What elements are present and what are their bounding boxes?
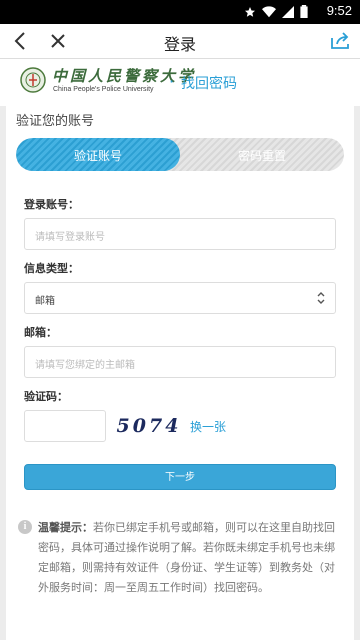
email-placeholder: 请填写您绑定的主邮箱 [35,360,135,371]
battery-icon [300,5,308,18]
star-icon [245,6,255,17]
page-title: 登录 [163,35,196,54]
step-reset-password: 密码重置 [237,149,286,163]
email-label: 邮箱： [24,326,57,339]
info-type-value: 邮箱 [35,296,55,307]
step-verify-account: 验证账号 [73,149,122,163]
tip-text-block: 温馨提示：若你已绑定手机号或邮箱，则可以在这里自助找回密码，具体可通过操作说明了… [38,518,344,598]
select-arrows-icon [317,292,325,304]
captcha-label: 验证码： [24,390,68,403]
account-placeholder: 请填写登录账号 [35,232,105,243]
tip-title: 温馨提示： [38,521,93,534]
top-nav-bar: 登录 [0,24,360,58]
captcha-image-text: 5074 [116,415,182,437]
info-type-label: 信息类型： [24,262,79,275]
account-label: 登录账号： [24,198,79,211]
logo-header: 中国人民警察大学 China People's Police Universit… [0,58,360,106]
info-type-select[interactable]: 邮箱 [24,282,336,314]
signal-icon [282,5,294,18]
logo-chinese-name: 中国人民警察大学 [52,67,197,85]
status-icons [244,5,308,18]
header-separator: · [169,72,175,91]
account-input[interactable]: 请填写登录账号 [24,218,336,250]
logo-english-name: China People's Police University [53,86,154,93]
wifi-icon [262,5,276,17]
captcha-input[interactable] [24,410,106,442]
status-time: 9:52 [326,3,352,18]
email-input[interactable]: 请填写您绑定的主邮箱 [24,346,336,378]
step-progress: 验证账号 密码重置 [16,138,344,171]
university-emblem-icon [20,67,46,93]
captcha-image[interactable]: 5074 [114,413,184,440]
section-title: 验证您的账号 [16,114,95,129]
share-icon [331,32,349,49]
captcha-refresh-link[interactable]: 换一张 [190,418,226,435]
header-subtitle: 找回密码 [181,76,237,92]
next-step-button[interactable]: 下一步 [24,464,336,490]
share-button[interactable] [328,29,352,53]
info-icon: i [18,520,32,534]
status-bar: 9:52 [0,0,360,24]
